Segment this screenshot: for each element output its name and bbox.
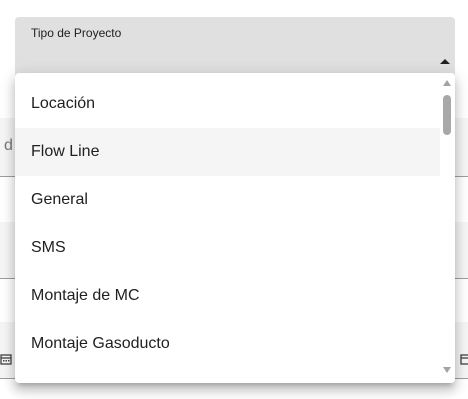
scroll-down-icon[interactable] — [443, 367, 451, 373]
select-label: Tipo de Proyecto — [31, 26, 122, 40]
background-field-text: d — [4, 137, 13, 154]
scroll-up-icon[interactable] — [443, 80, 451, 86]
calendar-icon[interactable] — [0, 353, 12, 365]
option-item[interactable]: Montaje de MC — [15, 272, 440, 320]
option-item[interactable]: Locación — [15, 80, 440, 128]
scrollbar-thumb[interactable] — [443, 95, 451, 135]
option-item[interactable]: General — [15, 176, 440, 224]
calendar-icon[interactable] — [460, 353, 468, 365]
option-item[interactable]: SMS — [15, 224, 440, 272]
option-list: Locación Flow Line General SMS Montaje d… — [15, 80, 440, 368]
select-dropdown-panel: Locación Flow Line General SMS Montaje d… — [15, 73, 455, 383]
scrollbar[interactable] — [440, 73, 455, 383]
option-item[interactable]: Flow Line — [15, 128, 440, 176]
arrow-up-icon[interactable] — [440, 59, 450, 64]
project-type-select[interactable]: Tipo de Proyecto — [15, 17, 455, 79]
option-item[interactable]: Montaje Gasoducto — [15, 320, 440, 368]
